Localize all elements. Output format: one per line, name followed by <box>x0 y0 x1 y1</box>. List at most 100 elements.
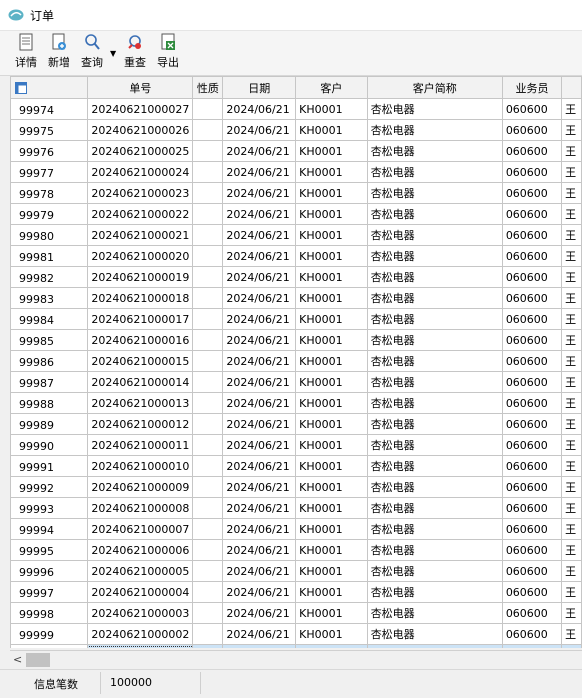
salesperson-cell[interactable]: 060600 <box>501 623 563 645</box>
row-number[interactable]: 99985 <box>10 329 89 351</box>
table-row[interactable]: 99993 20240621000008 2024/06/21 KH0001 杏松电器 0… <box>10 497 582 519</box>
customer-cell[interactable]: KH0001 <box>295 224 368 246</box>
date-cell[interactable]: 2024/06/21 <box>222 434 297 456</box>
customer-cell[interactable]: KH0001 <box>295 266 368 288</box>
row-number[interactable]: 99994 <box>10 518 89 540</box>
salesperson-cell[interactable]: 060600 <box>501 350 563 372</box>
table-row[interactable]: 99979 20240621000022 2024/06/21 KH0001 杏松电器 0… <box>10 203 582 225</box>
order-no-cell[interactable]: 20240621000025 <box>87 140 194 162</box>
row-number[interactable]: 99996 <box>10 560 89 582</box>
table-row[interactable]: 99999 20240621000002 2024/06/21 KH0001 杏松电器 0… <box>10 623 582 645</box>
salesperson-cell[interactable]: 060600 <box>501 455 563 477</box>
extra-cell[interactable]: 王 <box>561 434 582 456</box>
order-no-cell[interactable]: 20240621000023 <box>87 182 194 204</box>
customer-short-name-cell[interactable]: 杏松电器 <box>366 329 503 351</box>
salesperson-cell[interactable]: 060600 <box>501 266 563 288</box>
column-header-customer-short-name[interactable]: 客户简称 <box>366 76 503 99</box>
date-cell[interactable]: 2024/06/21 <box>222 266 297 288</box>
table-row[interactable]: 99994 20240621000007 2024/06/21 KH0001 杏松电器 0… <box>10 518 582 540</box>
salesperson-cell[interactable]: 060600 <box>501 203 563 225</box>
customer-short-name-cell[interactable]: 杏松电器 <box>366 203 503 225</box>
column-header-customer[interactable]: 客户 <box>295 76 368 99</box>
type-cell[interactable] <box>192 308 224 330</box>
date-cell[interactable]: 2024/06/21 <box>222 371 297 393</box>
requery-button[interactable]: 重查 <box>124 33 146 70</box>
row-number[interactable]: 99991 <box>10 455 89 477</box>
customer-short-name-cell[interactable]: 杏松电器 <box>366 602 503 624</box>
customer-short-name-cell[interactable]: 杏松电器 <box>366 98 503 120</box>
order-no-cell[interactable]: 20240621000022 <box>87 203 194 225</box>
salesperson-cell[interactable]: 060600 <box>501 161 563 183</box>
extra-cell[interactable]: 王 <box>561 476 582 498</box>
customer-short-name-cell[interactable]: 杏松电器 <box>366 434 503 456</box>
order-no-cell[interactable]: 20240621000006 <box>87 539 194 561</box>
select-all-corner[interactable] <box>10 76 89 99</box>
row-number[interactable]: 99983 <box>10 287 89 309</box>
order-no-cell[interactable]: 20240621000013 <box>87 392 194 414</box>
type-cell[interactable] <box>192 455 224 477</box>
salesperson-cell[interactable]: 060600 <box>501 392 563 414</box>
date-cell[interactable]: 2024/06/21 <box>222 98 297 120</box>
extra-cell[interactable]: 王 <box>561 329 582 351</box>
type-cell[interactable] <box>192 602 224 624</box>
extra-cell[interactable]: 王 <box>561 539 582 561</box>
customer-short-name-cell[interactable]: 杏松电器 <box>366 497 503 519</box>
date-cell[interactable]: 2024/06/21 <box>222 140 297 162</box>
row-number[interactable]: 99995 <box>10 539 89 561</box>
row-number[interactable]: 99984 <box>10 308 89 330</box>
row-number[interactable]: 99980 <box>10 224 89 246</box>
extra-cell[interactable]: 王 <box>561 119 582 141</box>
extra-cell[interactable]: 王 <box>561 224 582 246</box>
extra-cell[interactable]: 王 <box>561 518 582 540</box>
type-cell[interactable] <box>192 371 224 393</box>
extra-cell[interactable]: 王 <box>561 182 582 204</box>
extra-cell[interactable]: 王 <box>561 602 582 624</box>
customer-short-name-cell[interactable]: 杏松电器 <box>366 119 503 141</box>
salesperson-cell[interactable]: 060600 <box>501 644 563 648</box>
type-cell[interactable] <box>192 140 224 162</box>
customer-short-name-cell[interactable]: 杏松电器 <box>366 266 503 288</box>
order-no-cell[interactable]: 20240621000005 <box>87 560 194 582</box>
table-row[interactable]: 99982 20240621000019 2024/06/21 KH0001 杏松电器 0… <box>10 266 582 288</box>
customer-cell[interactable]: KH0001 <box>295 161 368 183</box>
row-number[interactable]: 99977 <box>10 161 89 183</box>
customer-cell[interactable]: KH0001 <box>295 623 368 645</box>
date-cell[interactable]: 2024/06/21 <box>222 161 297 183</box>
table-row[interactable]: 99992 20240621000009 2024/06/21 KH0001 杏松电器 0… <box>10 476 582 498</box>
table-row[interactable]: 99989 20240621000012 2024/06/21 KH0001 杏松电器 0… <box>10 413 582 435</box>
extra-cell[interactable]: 王 <box>561 140 582 162</box>
order-no-cell[interactable]: 20240621000004 <box>87 581 194 603</box>
table-row[interactable]: 99998 20240621000003 2024/06/21 KH0001 杏松电器 0… <box>10 602 582 624</box>
date-cell[interactable]: 2024/06/21 <box>222 476 297 498</box>
type-cell[interactable] <box>192 560 224 582</box>
order-no-cell[interactable]: 20240621000026 <box>87 119 194 141</box>
order-no-cell[interactable]: 20240621000002 <box>87 623 194 645</box>
type-cell[interactable] <box>192 476 224 498</box>
row-number[interactable]: 99997 <box>10 581 89 603</box>
customer-cell[interactable]: KH0001 <box>295 287 368 309</box>
date-cell[interactable]: 2024/06/21 <box>222 497 297 519</box>
table-row[interactable]: 99980 20240621000021 2024/06/21 KH0001 杏松电器 0… <box>10 224 582 246</box>
customer-short-name-cell[interactable]: 杏松电器 <box>366 623 503 645</box>
column-header-type[interactable]: 性质 <box>192 76 224 99</box>
customer-cell[interactable]: KH0001 <box>295 560 368 582</box>
extra-cell[interactable]: 王 <box>561 203 582 225</box>
extra-cell[interactable]: 王 <box>561 245 582 267</box>
extra-cell[interactable]: 王 <box>561 161 582 183</box>
salesperson-cell[interactable]: 060600 <box>501 98 563 120</box>
customer-short-name-cell[interactable]: 杏松电器 <box>366 140 503 162</box>
row-number[interactable]: 99982 <box>10 266 89 288</box>
salesperson-cell[interactable]: 060600 <box>501 119 563 141</box>
orders-grid[interactable]: 单号 性质 日期 客户 客户简称 业务员 99974 20240621000027… <box>10 76 582 648</box>
customer-short-name-cell[interactable]: 杏松电器 <box>366 245 503 267</box>
table-row[interactable]: 99990 20240621000011 2024/06/21 KH0001 杏松电器 0… <box>10 434 582 456</box>
order-no-cell[interactable]: 20240621000020 <box>87 245 194 267</box>
type-cell[interactable] <box>192 224 224 246</box>
customer-short-name-cell[interactable]: 杏松电器 <box>366 287 503 309</box>
row-number[interactable]: ▶100000 <box>10 644 89 648</box>
extra-cell[interactable]: 王 <box>561 623 582 645</box>
date-cell[interactable]: 2024/06/21 <box>222 581 297 603</box>
date-cell[interactable]: 2024/06/21 <box>222 224 297 246</box>
order-no-cell[interactable]: 20240621000003 <box>87 602 194 624</box>
scroll-left-arrow-icon[interactable]: < <box>13 653 22 666</box>
